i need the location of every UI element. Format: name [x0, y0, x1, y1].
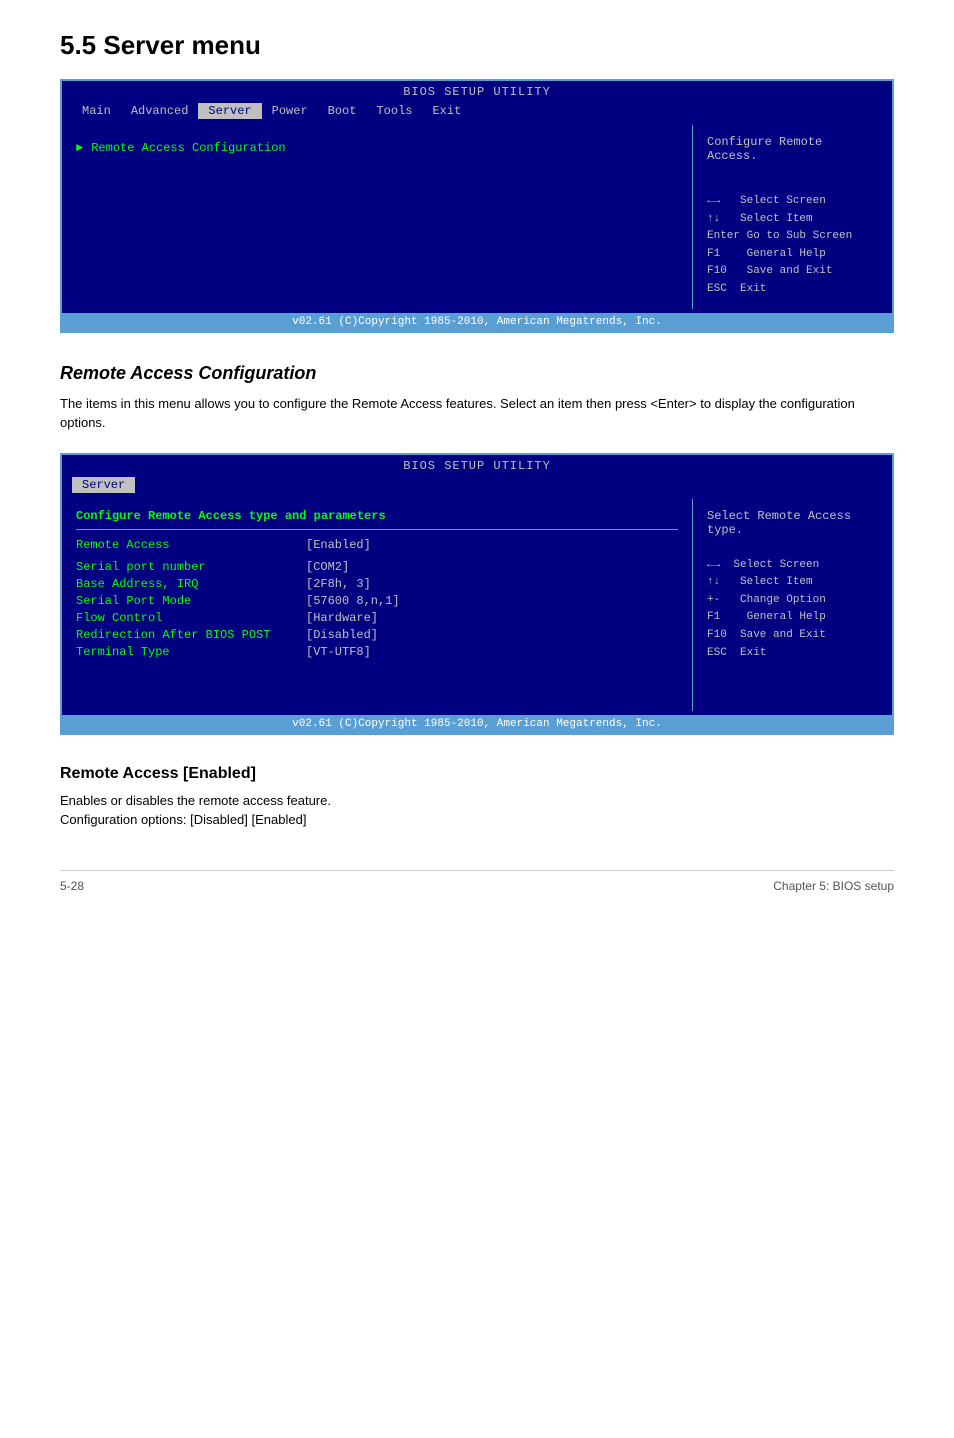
bios-key-f10: F10 Save and Exit: [707, 263, 878, 281]
bios2-value-flow-control: [Hardware]: [306, 611, 378, 625]
bios2-value-remote-access: [Enabled]: [306, 538, 371, 552]
bios2-label-redirection: Redirection After BIOS POST: [76, 628, 306, 642]
bios-menu-tools[interactable]: Tools: [366, 103, 422, 119]
bios-menu-exit[interactable]: Exit: [422, 103, 471, 119]
bios-side-help-title-1: Configure Remote Access.: [707, 135, 878, 163]
section2-body: Enables or disables the remote access fe…: [60, 791, 894, 830]
bios2-value-base-addr: [2F8h, 3]: [306, 577, 371, 591]
bios2-row-terminal-type: Terminal Type [VT-UTF8]: [76, 645, 678, 659]
bios-key-esc: ESC Exit: [707, 281, 878, 299]
bios-title-bar-1: BIOS SETUP UTILITY: [62, 81, 892, 101]
bios2-side-help-title: Select Remote Access type.: [707, 509, 878, 537]
bios2-menu-server[interactable]: Server: [72, 477, 135, 493]
bios2-row-flow-control: Flow Control [Hardware]: [76, 611, 678, 625]
bios2-key-select-screen: ←→ Select Screen: [707, 557, 878, 575]
bios-title-bar-2: BIOS SETUP UTILITY: [62, 455, 892, 475]
bios2-row-serial-port: Serial port number [COM2]: [76, 560, 678, 574]
bios2-key-esc: ESC Exit: [707, 645, 878, 663]
bios2-value-terminal-type: [VT-UTF8]: [306, 645, 371, 659]
section2-body-line1: Enables or disables the remote access fe…: [60, 791, 894, 811]
bios-menu-bar-2: Server: [62, 475, 892, 495]
bios-menu-server[interactable]: Server: [198, 103, 261, 119]
bios-side-panel-1: Configure Remote Access. ←→ Select Scree…: [692, 125, 892, 309]
bios-main-panel-1: ► Remote Access Configuration: [62, 125, 692, 309]
bios2-key-select-item: ↑↓ Select Item: [707, 574, 878, 592]
bios2-label-flow-control: Flow Control: [76, 611, 306, 625]
bios2-row-redirection: Redirection After BIOS POST [Disabled]: [76, 628, 678, 642]
bios2-label-base-addr: Base Address, IRQ: [76, 577, 306, 591]
section2-body-line2: Configuration options: [Disabled] [Enabl…: [60, 810, 894, 830]
bios2-divider: [76, 529, 678, 530]
bios2-help-keys: ←→ Select Screen ↑↓ Select Item +- Chang…: [707, 557, 878, 663]
bios2-label-serial-port: Serial port number: [76, 560, 306, 574]
bios-footer-1: v02.61 (C)Copyright 1985-2010, American …: [62, 313, 892, 331]
bios-key-select-screen: ←→ Select Screen: [707, 193, 878, 211]
bios2-body: Configure Remote Access type and paramet…: [62, 495, 892, 715]
bios2-row-remote-access: Remote Access [Enabled]: [76, 538, 678, 552]
footer-chapter: Chapter 5: BIOS setup: [773, 879, 894, 893]
bios-menu-power[interactable]: Power: [262, 103, 318, 119]
bios2-side-panel: Select Remote Access type. ←→ Select Scr…: [692, 499, 892, 711]
section1-body: The items in this menu allows you to con…: [60, 394, 894, 433]
bios2-row-serial-mode: Serial Port Mode [57600 8,n,1]: [76, 594, 678, 608]
bios2-label-serial-mode: Serial Port Mode: [76, 594, 306, 608]
bios2-main-panel: Configure Remote Access type and paramet…: [62, 499, 692, 711]
page-title: 5.5 Server menu: [60, 30, 894, 61]
bios-screen-2: BIOS SETUP UTILITY Server Configure Remo…: [60, 453, 894, 735]
bios2-value-serial-port: [COM2]: [306, 560, 349, 574]
bios2-value-redirection: [Disabled]: [306, 628, 378, 642]
bios-key-select-item: ↑↓ Select Item: [707, 211, 878, 229]
bios-help-keys-1: ←→ Select Screen ↑↓ Select Item Enter Go…: [707, 193, 878, 299]
bios-menu-bar-1: Main Advanced Server Power Boot Tools Ex…: [62, 101, 892, 121]
bios-arrow-icon: ►: [76, 141, 83, 155]
page-footer: 5-28 Chapter 5: BIOS setup: [60, 870, 894, 893]
bios-menu-main[interactable]: Main: [72, 103, 121, 119]
bios2-key-f1: F1 General Help: [707, 609, 878, 627]
section1-heading: Remote Access Configuration: [60, 363, 894, 384]
bios2-key-f10: F10 Save and Exit: [707, 627, 878, 645]
bios2-value-serial-mode: [57600 8,n,1]: [306, 594, 400, 608]
bios2-key-change-option: +- Change Option: [707, 592, 878, 610]
bios-key-f1: F1 General Help: [707, 246, 878, 264]
bios-menu-boot[interactable]: Boot: [318, 103, 367, 119]
bios2-label-terminal-type: Terminal Type: [76, 645, 306, 659]
section2-heading: Remote Access [Enabled]: [60, 765, 894, 783]
bios-screen-1: BIOS SETUP UTILITY Main Advanced Server …: [60, 79, 894, 333]
footer-page-number: 5-28: [60, 879, 84, 893]
bios-menu-advanced[interactable]: Advanced: [121, 103, 199, 119]
bios-remote-access-label: Remote Access Configuration: [91, 141, 285, 155]
bios2-row-base-addr: Base Address, IRQ [2F8h, 3]: [76, 577, 678, 591]
bios-footer-2: v02.61 (C)Copyright 1985-2010, American …: [62, 715, 892, 733]
bios2-label-remote-access: Remote Access: [76, 538, 306, 552]
bios2-section-title: Configure Remote Access type and paramet…: [76, 509, 678, 523]
bios-remote-access-entry[interactable]: ► Remote Access Configuration: [76, 141, 678, 155]
bios-body-1: ► Remote Access Configuration Configure …: [62, 121, 892, 313]
bios-key-enter: Enter Go to Sub Screen: [707, 228, 878, 246]
